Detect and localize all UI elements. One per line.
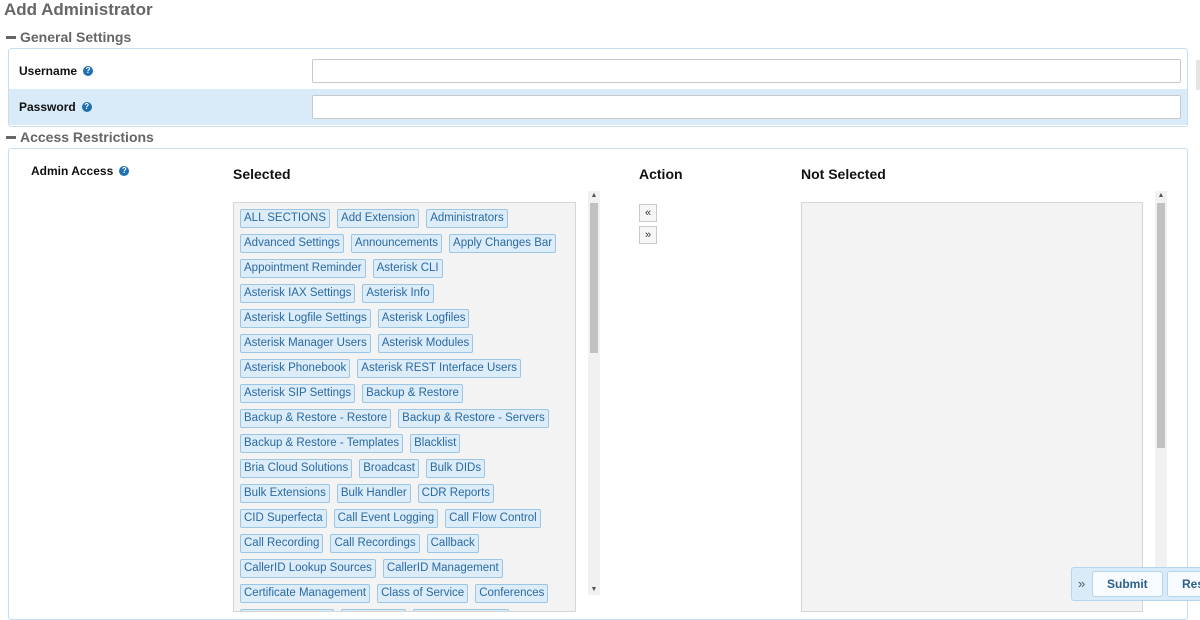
username-input[interactable] [312,59,1181,83]
access-chip[interactable]: Appointment Reminder [240,259,366,278]
access-chip[interactable]: Config Edit [341,609,406,611]
scroll-down-icon[interactable]: ▼ [588,585,600,595]
scroll-up-icon[interactable]: ▲ [1155,191,1167,201]
access-chip[interactable]: Administrators [426,209,508,228]
password-row: Password ? [9,89,1187,125]
selected-column-header: Selected [233,166,291,182]
move-right-button[interactable]: » [639,226,657,244]
help-icon[interactable]: ? [119,166,130,176]
access-chip[interactable]: Asterisk Phonebook [240,359,351,378]
access-chip[interactable]: Callback [426,534,479,553]
page-title: Add Administrator [4,0,153,19]
action-column-header: Action [639,166,683,182]
access-chip[interactable]: Asterisk Info [362,284,434,303]
selected-list[interactable]: ALL SECTIONS Add Extension Administrators A… [233,202,576,612]
access-chip[interactable]: Asterisk Logfile Settings [240,309,371,328]
access-chip[interactable]: Contact Manager [412,609,509,611]
access-chip[interactable]: Conferences Pro [240,609,335,611]
access-chip[interactable]: Class of Service [377,584,469,603]
general-settings-title: General Settings [20,29,132,45]
help-icon[interactable]: ? [83,66,94,76]
access-chip[interactable]: Call Flow Control [445,509,541,528]
not-selected-list[interactable] [801,202,1143,612]
page-scrollbar[interactable] [1196,60,1200,90]
access-chip[interactable]: Backup & Restore - Restore [240,409,392,428]
username-label: Username ? [19,64,94,78]
access-chip[interactable]: CDR Reports [417,484,495,503]
access-chip[interactable]: Asterisk IAX Settings [240,284,356,303]
access-restrictions-header[interactable]: Access Restrictions [6,129,154,145]
access-chip[interactable]: Asterisk CLI [372,259,443,278]
access-chip[interactable]: Asterisk SIP Settings [240,384,356,403]
access-chip[interactable]: Broadcast [359,459,419,478]
help-icon[interactable]: ? [81,102,92,112]
move-left-button[interactable]: « [639,204,657,222]
admin-access-label: Admin Access ? [31,164,130,178]
access-chip[interactable]: Bulk DIDs [425,459,486,478]
access-chip[interactable]: Asterisk Modules [377,334,474,353]
access-chip[interactable]: Announcements [350,234,443,253]
access-chip[interactable]: Backup & Restore - Servers [398,409,549,428]
scroll-thumb[interactable] [1157,203,1165,448]
not-selected-chips [802,203,1142,209]
access-chip[interactable]: Backup & Restore - Templates [240,434,404,453]
access-chip[interactable]: Call Recording [240,534,324,553]
access-chip[interactable]: Call Event Logging [333,509,439,528]
general-settings-header[interactable]: General Settings [6,29,131,45]
access-chip[interactable]: Bulk Handler [336,484,411,503]
access-chip[interactable]: Add Extension [337,209,420,228]
access-chip[interactable]: Conferences [475,584,549,603]
access-chip[interactable]: Certificate Management [240,584,371,603]
selected-chips: ALL SECTIONS Add Extension Administrators A… [234,203,575,611]
access-chip[interactable]: Asterisk Logfiles [377,309,470,328]
access-chip[interactable]: Backup & Restore [362,384,463,403]
footer-action-bar: » Submit Reset [1071,567,1200,601]
selected-list-scrollbar[interactable]: ▲ ▼ [588,191,600,595]
password-label: Password ? [19,100,92,114]
collapse-minus-icon[interactable] [6,135,16,139]
access-chip[interactable]: Asterisk REST Interface Users [357,359,522,378]
access-chip[interactable]: Advanced Settings [240,234,344,253]
access-chip[interactable]: CallerID Management [382,559,503,578]
not-selected-list-scrollbar[interactable]: ▲ [1155,191,1167,571]
access-chip[interactable]: Call Recordings [330,534,420,553]
scroll-thumb[interactable] [590,203,598,353]
access-chip[interactable]: Blacklist [410,434,461,453]
username-row: Username ? [9,53,1187,89]
access-chip[interactable]: Bria Cloud Solutions [240,459,353,478]
access-chip[interactable]: Bulk Extensions [240,484,330,503]
reset-button[interactable]: Reset [1167,571,1200,597]
access-chip[interactable]: CallerID Lookup Sources [240,559,376,578]
submit-button[interactable]: Submit [1092,571,1163,597]
access-chip[interactable]: Apply Changes Bar [449,234,557,253]
not-selected-column-header: Not Selected [801,166,886,182]
footer-toggle-icon[interactable]: » [1078,576,1085,591]
access-chip[interactable]: ALL SECTIONS [240,209,331,228]
password-input[interactable] [312,95,1181,119]
access-restrictions-title: Access Restrictions [20,129,154,145]
access-chip[interactable]: CID Superfecta [240,509,327,528]
general-settings-panel: Username ? Password ? [8,48,1188,127]
access-chip[interactable]: Asterisk Manager Users [240,334,371,353]
collapse-minus-icon[interactable] [6,35,16,39]
scroll-up-icon[interactable]: ▲ [588,191,600,201]
